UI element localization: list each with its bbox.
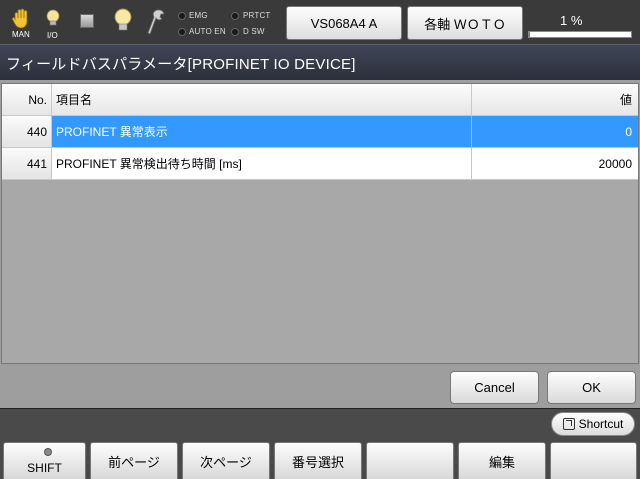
number-select-key[interactable]: 番号選択 (274, 442, 362, 479)
shortcut-label: Shortcut (578, 417, 624, 431)
axis-button[interactable]: 各軸 ＷＯＴＯ (407, 6, 523, 40)
auto-en-label: AUTO EN (189, 27, 226, 36)
row-name: PROFINET 異常表示 (52, 116, 472, 148)
prev-page-key[interactable]: 前ページ (90, 442, 178, 479)
header-no: No. (2, 84, 52, 116)
table-row[interactable]: 441 PROFINET 異常検出待ち時間 [ms] 20000 (2, 148, 638, 180)
header-name: 項目名 (52, 84, 472, 116)
io-label: I/O (47, 31, 58, 40)
empty-key-7[interactable] (550, 442, 637, 479)
main-content: No. 項目名 値 440 PROFINET 異常表示 0 441 PROFIN… (0, 80, 640, 408)
d-sw-led (231, 28, 239, 36)
lamp-bulb-icon[interactable] (113, 8, 133, 37)
progress-fill (529, 32, 531, 37)
table-row[interactable]: 440 PROFINET 異常表示 0 (2, 116, 638, 148)
cancel-button[interactable]: Cancel (450, 371, 539, 404)
parameter-table: No. 項目名 値 440 PROFINET 異常表示 0 441 PROFIN… (1, 83, 639, 364)
page-title: フィールドバスパラメータ[PROFINET IO DEVICE] (6, 56, 356, 73)
mode-label: MAN (12, 30, 30, 39)
shortcut-button[interactable]: Shortcut (551, 412, 635, 436)
row-no: 440 (2, 116, 52, 148)
title-bar: フィールドバスパラメータ[PROFINET IO DEVICE] (0, 44, 640, 80)
row-value: 20000 (472, 148, 638, 180)
empty-key-5[interactable] (366, 442, 454, 479)
next-page-key[interactable]: 次ページ (182, 442, 270, 479)
function-bar: Shortcut SHIFT 前ページ 次ページ 番号選択 編集 (0, 408, 640, 479)
progress-bar (528, 31, 632, 38)
ok-button[interactable]: OK (547, 371, 636, 404)
shortcut-icon (562, 418, 575, 430)
prtct-label: PRTCT (243, 11, 271, 20)
shift-led (44, 448, 52, 456)
row-value: 0 (472, 116, 638, 148)
bulb-icon[interactable] (45, 9, 61, 32)
table-header: No. 項目名 値 (2, 84, 638, 116)
prtct-led (231, 12, 239, 20)
row-name: PROFINET 異常検出待ち時間 [ms] (52, 148, 472, 180)
d-sw-label: D SW (243, 27, 265, 36)
shift-key[interactable]: SHIFT (3, 442, 86, 479)
progress-text: 1 % (560, 13, 583, 28)
program-button[interactable]: VS068A4 A (286, 6, 402, 40)
status-bar: MAN I/O EMG PRTCT AUTO EN D SW VS068A4 A… (0, 0, 640, 44)
row-no: 441 (2, 148, 52, 180)
emg-label: EMG (189, 11, 208, 20)
wrench-icon[interactable] (146, 8, 166, 39)
emg-led (178, 12, 186, 20)
edit-key[interactable]: 編集 (458, 442, 546, 479)
header-value: 値 (472, 84, 638, 116)
shift-label: SHIFT (27, 461, 62, 475)
stop-icon[interactable] (80, 14, 94, 28)
auto-en-led (178, 28, 186, 36)
